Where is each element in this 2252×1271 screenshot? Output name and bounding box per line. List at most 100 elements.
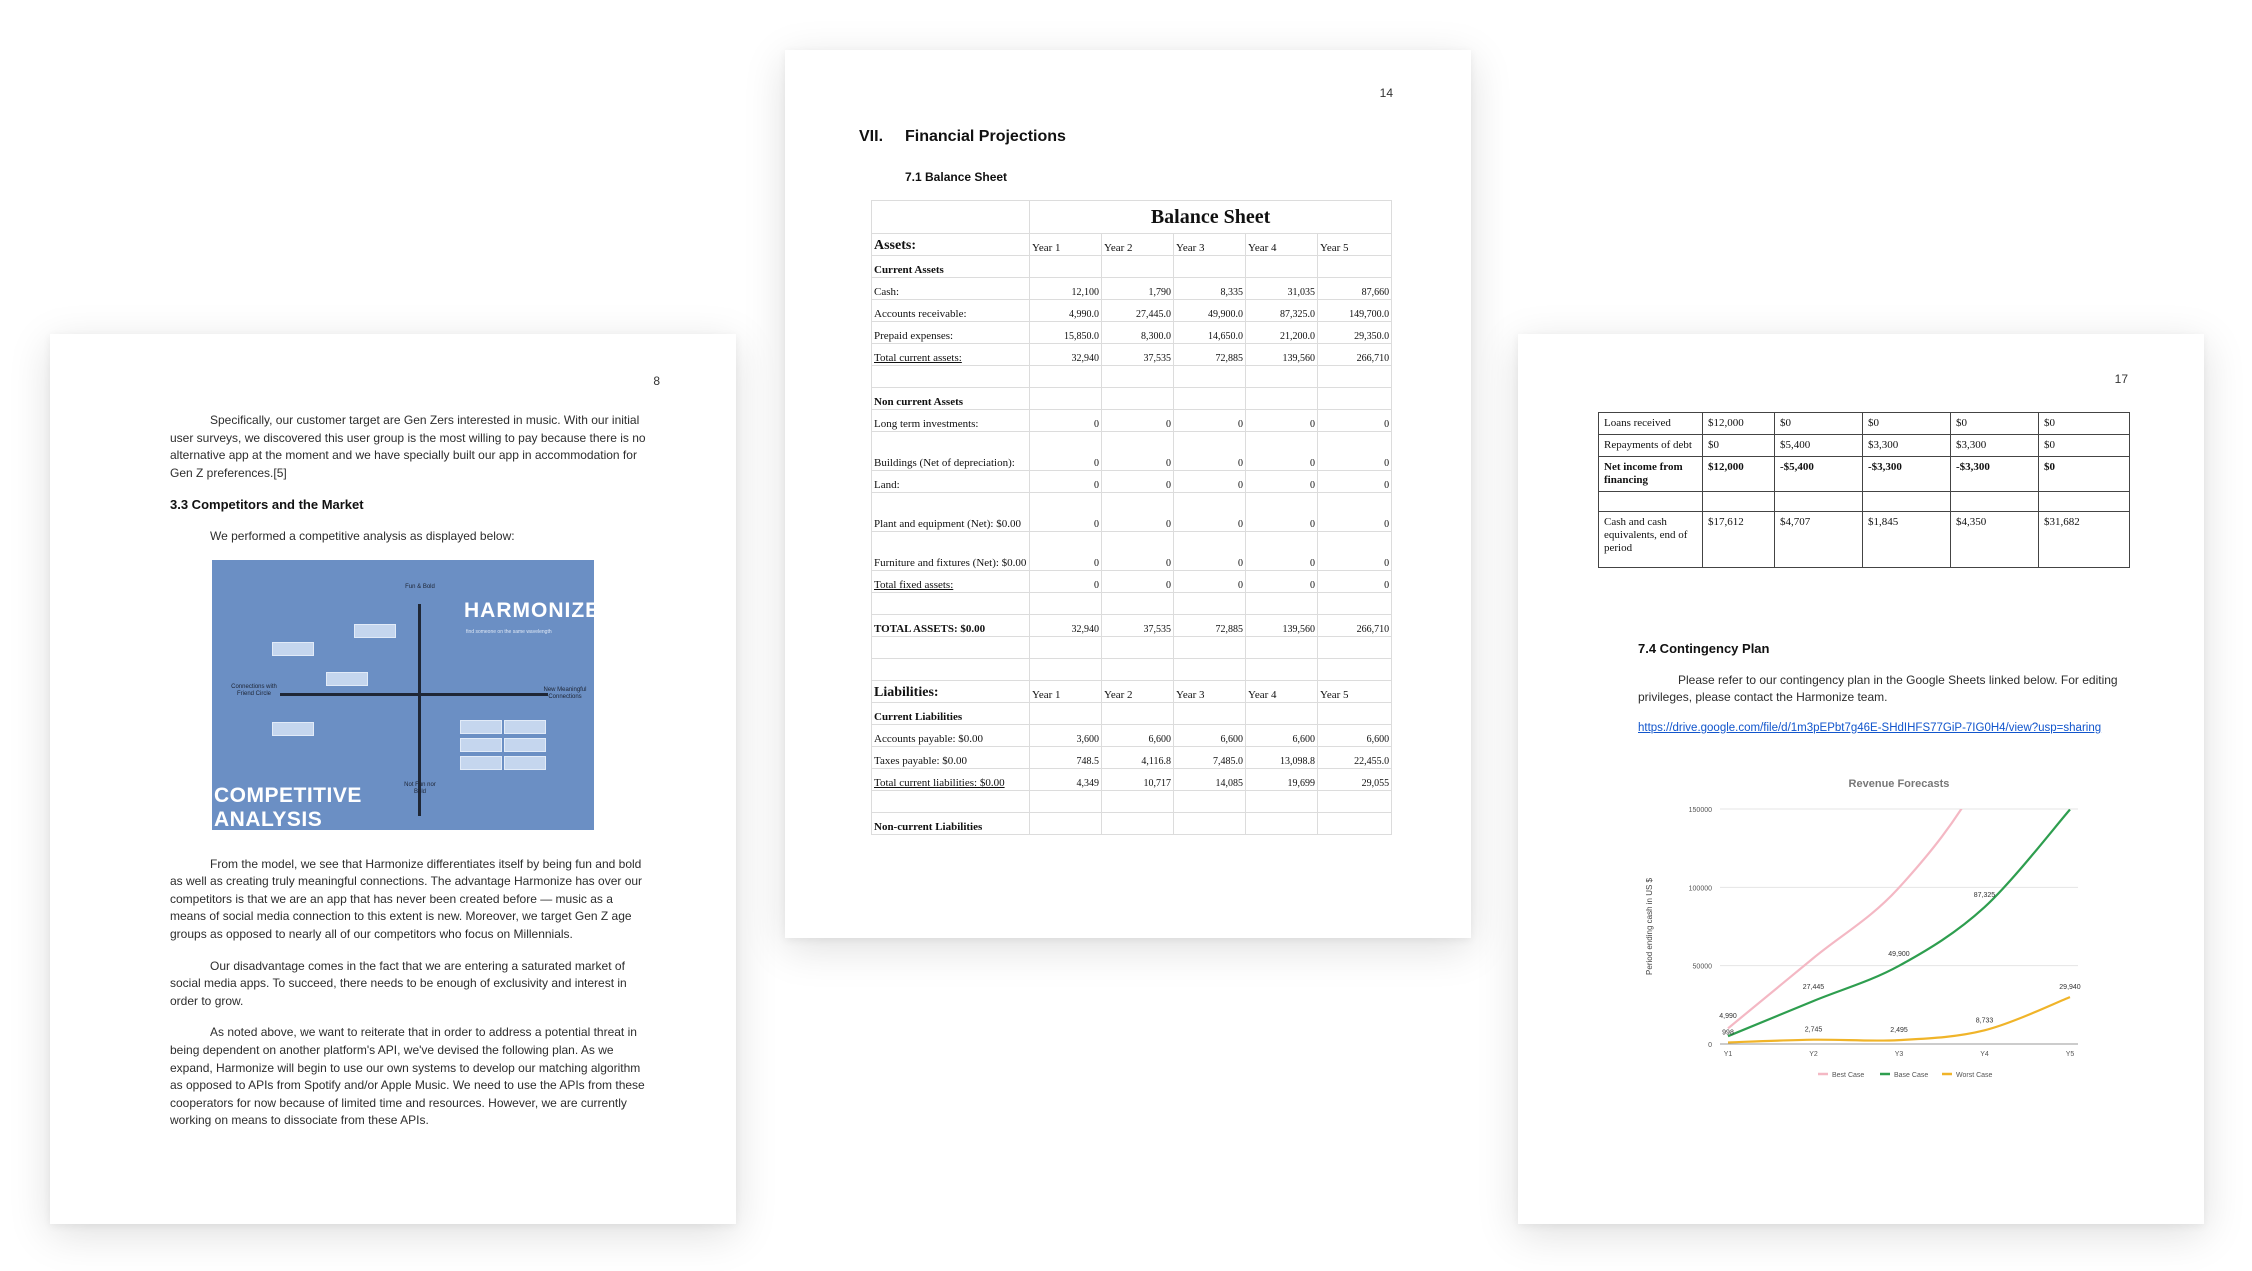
row-label: Buildings (Net of depreciation): — [871, 431, 1030, 471]
value-cell: $12,000 — [1702, 456, 1775, 492]
value-cell: 0 — [1029, 570, 1102, 593]
chart-svg: Revenue Forecasts 0 50000 100000 150000 Perio… — [1645, 778, 2081, 1079]
value-cell: 0 — [1029, 409, 1102, 432]
empty-cell — [1316, 658, 1393, 681]
empty-cell — [1316, 255, 1393, 278]
table-row: TOTAL ASSETS: $0.00 32,940 37,535 72,885 139… — [871, 614, 1393, 637]
value-cell: $0 — [2038, 456, 2130, 492]
x-tick-label: Y3 — [1895, 1051, 1904, 1058]
empty-cell — [1173, 592, 1246, 615]
value-cell: 0 — [1101, 470, 1174, 493]
empty-cell — [1101, 702, 1174, 725]
table-title: Balance Sheet — [1028, 200, 1393, 234]
harmonize-tagline: find someone on the same wavelength — [466, 628, 552, 635]
value-cell: 8,300.0 — [1101, 321, 1174, 344]
paragraph: From the model, we see that Harmonize di… — [170, 856, 643, 941]
document-page-right: 17 Loans received $12,000 $0 $0 $0 $0 Repaymen… — [1518, 334, 2204, 1224]
table-row — [871, 658, 1393, 681]
empty-cell — [1101, 592, 1174, 615]
empty-cell — [1173, 812, 1246, 835]
empty-cell — [1316, 702, 1393, 725]
empty-cell — [871, 790, 1030, 813]
row-label: Loans received — [1598, 412, 1703, 435]
empty-cell — [1173, 636, 1246, 659]
empty-cell — [1245, 365, 1318, 388]
horizontal-axis — [280, 692, 548, 696]
empty-cell — [1702, 491, 1775, 512]
x-tick-label: Y2 — [1809, 1051, 1818, 1058]
value-cell: 0 — [1101, 431, 1174, 471]
series-line-base-case — [1727, 809, 2071, 1038]
empty-cell — [1101, 636, 1174, 659]
table-row — [871, 636, 1393, 659]
row-label: Land: — [871, 470, 1030, 493]
value-cell: 0 — [1029, 531, 1102, 571]
value-cell: $3,300 — [1862, 434, 1951, 457]
group-label: Non current Assets — [871, 387, 1030, 410]
value-cell: 748.5 — [1029, 746, 1102, 769]
value-cell: 37,535 — [1101, 614, 1174, 637]
value-cell: 27,445.0 — [1101, 299, 1174, 322]
google-sheets-link[interactable]: https://drive.google.com/file/d/1m3pEPbt… — [1638, 722, 2101, 734]
paragraph: Please refer to our contingency plan in … — [1638, 672, 2118, 705]
table-row: Net income from financing $12,000 -$5,400-… — [1598, 456, 2130, 492]
empty-cell — [1245, 812, 1318, 835]
competitor-box — [326, 671, 368, 686]
empty-cell — [1245, 255, 1318, 278]
row-label: Total fixed assets: — [871, 570, 1030, 593]
group-label: Non-current Liabilities — [871, 812, 1030, 835]
table-row: Liabilities: Year 1 Year 2 Year 3 Year 4 Year… — [871, 680, 1393, 703]
table-row: Non-current Liabilities — [871, 812, 1393, 835]
row-label: Accounts receivable: — [871, 299, 1030, 322]
value-cell: 0 — [1173, 409, 1246, 432]
figure-title: COMPETITIVE ANALYSIS — [214, 784, 362, 832]
value-cell: $4,707 — [1774, 511, 1863, 568]
data-label: 27,445 — [1803, 984, 1825, 991]
value-cell: 31,035 — [1245, 277, 1318, 300]
value-cell: 0 — [1245, 409, 1318, 432]
table-row: Current Liabilities — [871, 702, 1393, 725]
table-row — [871, 790, 1393, 813]
series-line-best-case — [1727, 809, 1963, 1030]
y-tick-label: 100000 — [1689, 885, 1712, 892]
row-label: Long term investments: — [871, 409, 1030, 432]
empty-cell — [1316, 592, 1393, 615]
empty-cell — [1245, 790, 1318, 813]
value-cell: 0 — [1101, 409, 1174, 432]
table-row: Land: 0 0 0 0 0 — [871, 470, 1393, 493]
document-page-left: 8 Specifically, our customer target are … — [50, 334, 736, 1224]
empty-cell — [871, 636, 1030, 659]
empty-cell — [1101, 387, 1174, 410]
empty-cell — [1173, 702, 1246, 725]
table-row: Total fixed assets: 0 0 0 0 0 — [871, 570, 1393, 593]
balance-sheet: Balance Sheet Assets: Year 1 Year 2 Year 3 Ye… — [871, 200, 1393, 835]
chart-title: Revenue Forecasts — [1849, 778, 1950, 790]
year-header: Year 4 — [1245, 233, 1318, 256]
table-row: Current Assets — [871, 255, 1393, 278]
value-cell: $3,300 — [1950, 434, 2039, 457]
value-cell: 139,560 — [1245, 343, 1318, 366]
axis-bottom-label: Not Fun nor Bold — [404, 781, 436, 795]
empty-cell — [871, 365, 1030, 388]
empty-cell — [1029, 636, 1102, 659]
value-cell: 139,560 — [1245, 614, 1318, 637]
year-header: Year 5 — [1316, 233, 1393, 256]
year-header: Year 2 — [1101, 233, 1174, 256]
value-cell: 10,717 — [1101, 768, 1174, 791]
empty-cell — [1029, 658, 1102, 681]
competitor-box — [460, 755, 502, 770]
empty-cell — [871, 592, 1030, 615]
section-heading: 7.4 Contingency Plan — [1638, 641, 1770, 656]
row-label: TOTAL ASSETS: $0.00 — [871, 614, 1030, 637]
value-cell: 0 — [1245, 492, 1318, 532]
value-cell: 8,335 — [1173, 277, 1246, 300]
section-label: Assets: — [871, 233, 1030, 256]
empty-cell — [1101, 790, 1174, 813]
x-tick-label: Y5 — [2066, 1051, 2075, 1058]
value-cell: 1,790 — [1101, 277, 1174, 300]
table-row: Repayments of debt $0 $5,400 $3,300 $3,300 $0 — [1598, 434, 2130, 457]
value-cell: 0 — [1173, 431, 1246, 471]
value-cell: 4,990.0 — [1029, 299, 1102, 322]
value-cell: 0 — [1101, 570, 1174, 593]
data-label: 8,733 — [1976, 1017, 1994, 1024]
